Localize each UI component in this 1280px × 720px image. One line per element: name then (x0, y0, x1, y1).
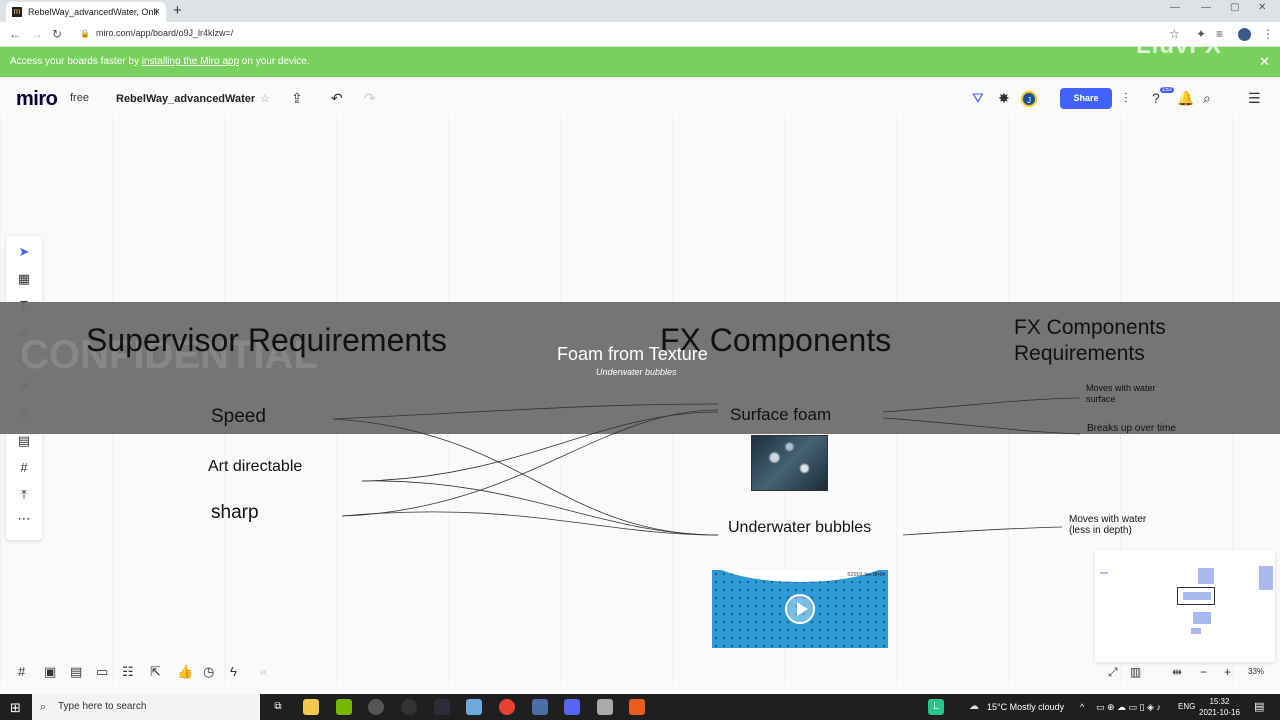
davinci-icon[interactable] (434, 699, 450, 715)
tray-icons[interactable]: ▭ ⊕ ☁ ▭ ▯ ◈ ♪ (1096, 694, 1161, 720)
tray-chevron-icon[interactable]: ^ (1080, 694, 1084, 720)
minimap-block (1198, 568, 1214, 584)
requirement-note[interactable]: Breaks up over time (1087, 423, 1177, 434)
lightning-icon[interactable]: ϟ (230, 664, 237, 679)
minimap-block (1193, 612, 1211, 624)
houdini-icon[interactable] (629, 699, 645, 715)
foam-texture-image[interactable] (751, 435, 828, 491)
clock-date: 2021-10-16 (1199, 708, 1240, 717)
connector (882, 397, 1081, 413)
zoom-in-icon[interactable]: + (1224, 665, 1231, 679)
underwater-video[interactable]: ©2019 Jon Blyth (712, 570, 888, 648)
supervisor-item-art-directable[interactable]: Art directable (208, 458, 302, 476)
notification-center-icon[interactable]: ▤ (1254, 694, 1264, 720)
windows-taskbar: ⊞ ⌕ Type here to search ⧉ L ☁ 15°C Mostl… (0, 694, 1280, 720)
taskbar-search[interactable]: ⌕ Type here to search (32, 694, 260, 720)
minimap-block (1100, 572, 1108, 574)
minimap-viewport[interactable] (1177, 587, 1215, 605)
connector (332, 403, 719, 420)
chat-icon[interactable]: ▤ (70, 664, 82, 680)
weather-icon[interactable]: ☁ (966, 699, 982, 715)
steam-icon[interactable] (532, 699, 548, 715)
obs-icon[interactable] (368, 699, 384, 715)
foam-subtitle[interactable]: Underwater bubbles (596, 367, 677, 377)
card-icon[interactable]: ▭ (96, 664, 108, 680)
timer-icon[interactable]: ◷ (203, 664, 214, 680)
zoom-out-icon[interactable]: − (1200, 665, 1207, 679)
connector (902, 526, 1063, 536)
windows-start-icon[interactable]: ⊞ (10, 700, 21, 716)
notes-icon[interactable] (466, 699, 482, 715)
discord-icon[interactable] (564, 699, 580, 715)
frames-icon[interactable]: # (18, 664, 25, 679)
connector (341, 409, 719, 517)
comments-icon[interactable]: ▣ (44, 664, 56, 680)
supervisor-requirements-heading[interactable]: Supervisor Requirements (86, 322, 447, 359)
map-icon[interactable]: ▥ (1130, 665, 1141, 679)
l-app-icon[interactable]: L (928, 699, 944, 715)
connector (361, 411, 719, 482)
zoom-controls: ⤢ ▥ ⇹ − + 33% (1100, 662, 1278, 682)
fit-screen-icon[interactable]: ⤢ (1108, 665, 1118, 680)
search-icon: ⌕ (40, 701, 47, 713)
zoom-level[interactable]: 33% (1248, 667, 1264, 676)
connector (882, 417, 1081, 435)
chrome-icon[interactable] (499, 699, 515, 715)
video-copyright: ©2019 Jon Blyth (847, 572, 884, 578)
bottom-toolbar: # ▣ ▤ ▭ ☷ ⇱ 👍 ◷ ϟ « (10, 660, 280, 684)
connector (332, 418, 719, 536)
component-surface-foam[interactable]: Surface foam (730, 405, 831, 425)
requirement-note[interactable]: Moves with water surface (1086, 383, 1176, 405)
collapse-icon[interactable]: « (260, 664, 267, 679)
play-icon[interactable] (785, 594, 815, 624)
weather-text[interactable]: 15°C Mostly cloudy (987, 694, 1064, 720)
connector (341, 511, 719, 536)
vote-icon[interactable]: 👍 (177, 664, 193, 680)
task-view-icon[interactable]: ⧉ (270, 699, 286, 715)
language-indicator[interactable]: ENG (1178, 694, 1195, 720)
kanban-icon[interactable]: ☷ (122, 664, 134, 680)
app-icon[interactable] (597, 699, 613, 715)
share-screen-icon[interactable]: ⇱ (150, 664, 161, 680)
fit-width-icon[interactable]: ⇹ (1172, 665, 1182, 679)
app-icon[interactable] (401, 699, 417, 715)
component-underwater-bubbles[interactable]: Underwater bubbles (728, 519, 871, 537)
supervisor-item-sharp[interactable]: sharp (211, 502, 259, 524)
minimap-block (1191, 628, 1201, 634)
taskbar-clock[interactable]: 15:32 2021-10-16 (1199, 696, 1240, 718)
minimap[interactable] (1095, 550, 1275, 662)
supervisor-item-speed[interactable]: Speed (211, 406, 266, 428)
nvidia-icon[interactable] (336, 699, 352, 715)
file-explorer-icon[interactable] (303, 699, 319, 715)
foam-from-texture-title[interactable]: Foam from Texture (557, 344, 708, 365)
requirement-note[interactable]: Moves with water (less in depth) (1069, 514, 1169, 536)
fx-components-requirements-heading[interactable]: FX Components Requirements (1014, 315, 1214, 367)
minimap-block (1259, 566, 1273, 590)
clock-time: 15:32 (1209, 697, 1230, 706)
